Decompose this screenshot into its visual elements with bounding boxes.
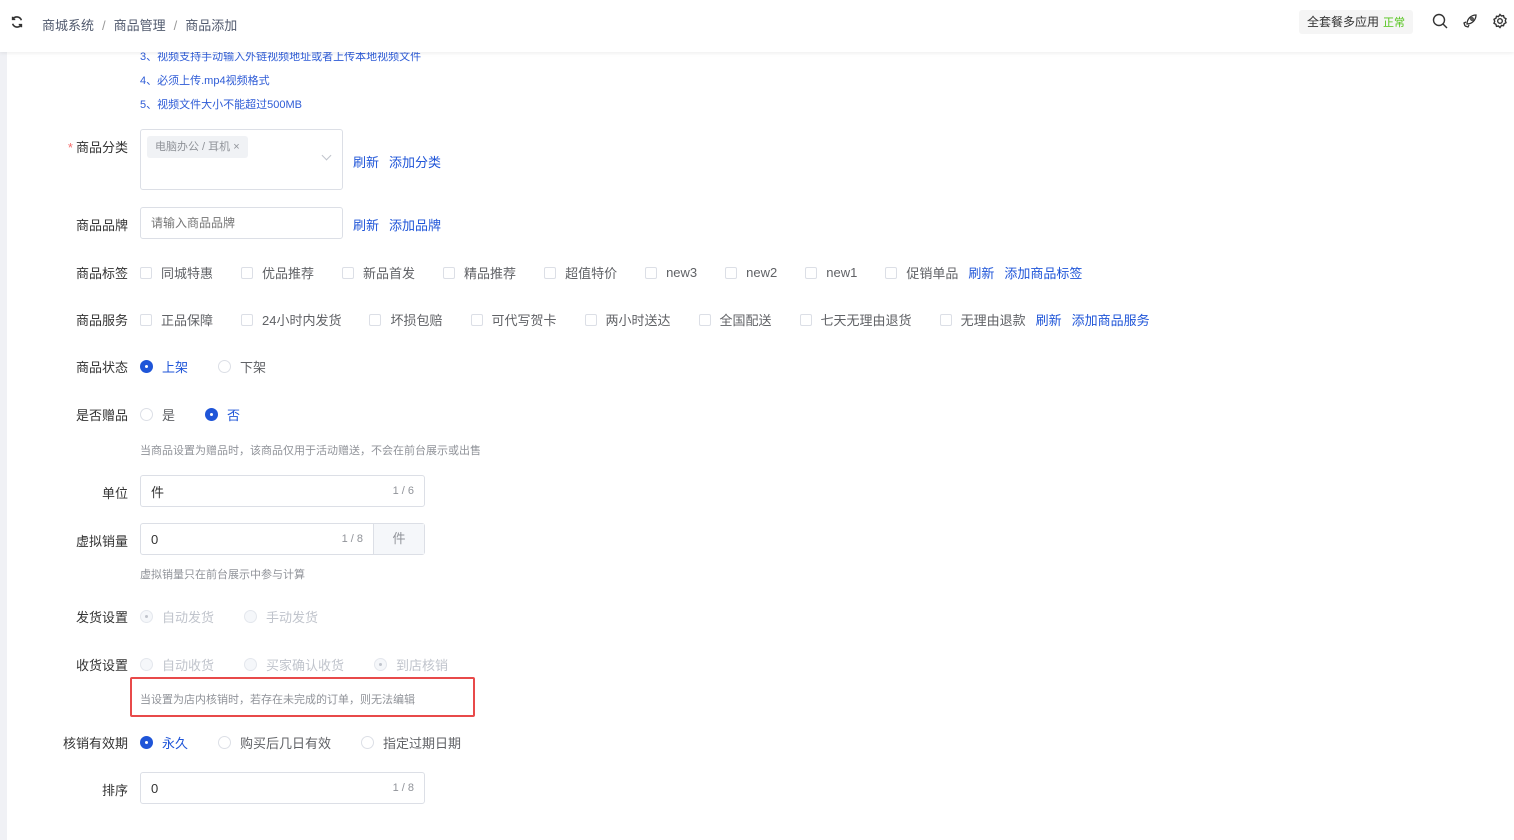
chevron-down-icon [321,150,332,161]
receipt-hint: 当设置为店内核销时，若存在未完成的订单，则无法编辑 [140,694,415,706]
tag-checkbox[interactable]: 超值特价 [544,263,617,282]
tags-label: 商品标签 [75,266,128,281]
gift-radio-yes[interactable]: 是 [140,405,175,424]
validity-label: 核销有效期 [62,736,128,751]
refresh-icon[interactable] [10,15,24,29]
receipt-radio-buyer[interactable]: 买家确认收货 [244,655,344,674]
plan-status: 正常 [1383,17,1406,29]
virtual-sales-input[interactable]: 0 1 / 8 件 [140,523,425,555]
tag-checkbox[interactable]: new1 [805,265,857,280]
virtual-sales-label: 虚拟销量 [75,534,128,549]
category-label: * 商品分类 [67,140,128,155]
add-service-link[interactable]: 添加商品服务 [1072,310,1150,329]
brand-refresh-link[interactable]: 刷新 [353,215,379,234]
breadcrumb-item[interactable]: 商品管理 [114,18,166,33]
top-header: 商城系统 / 商品管理 / 商品添加 全套餐多应用 正常 [0,0,1514,52]
services-group: 正品保障 24小时内发货 坏损包赔 可代写贺卡 两小时送达 全国配送 七天无理由… [140,310,1150,329]
service-checkbox[interactable]: 全国配送 [698,310,772,329]
search-icon[interactable] [1432,13,1448,29]
virtual-sales-value: 0 [151,531,159,547]
status-radio-off[interactable]: 下架 [218,357,266,376]
category-select[interactable]: 电脑办公 / 耳机 × [140,129,343,190]
breadcrumb-item[interactable]: 商城系统 [42,18,94,33]
service-checkbox[interactable]: 七天无理由退货 [799,310,912,329]
receipt-radio-auto[interactable]: 自动收货 [140,655,214,674]
delivery-radio-auto[interactable]: 自动发货 [140,607,214,626]
category-tag: 电脑办公 / 耳机 × [147,136,248,158]
sidebar-edge [0,52,7,840]
receipt-radio-store[interactable]: 到店核销 [374,655,448,674]
sort-value: 0 [151,780,159,796]
validity-radio-forever[interactable]: 永久 [140,733,188,752]
service-checkbox[interactable]: 两小时送达 [584,310,671,329]
tag-checkbox[interactable]: 促销单品 [885,263,958,282]
gift-radio-no[interactable]: 否 [205,405,240,424]
sort-label: 排序 [101,783,128,798]
tag-checkbox[interactable]: 新品首发 [342,263,415,282]
unit-value: 件 [151,484,165,500]
sort-input[interactable]: 0 1 / 8 [140,772,425,804]
breadcrumb-item: 商品添加 [185,18,238,33]
plan-name: 全套餐多应用 [1307,15,1380,29]
delivery-label: 发货设置 [75,610,128,625]
virtual-sales-count: 1 / 8 [341,533,363,545]
gear-icon[interactable] [1492,13,1508,29]
validity-radio-days[interactable]: 购买后几日有效 [218,733,331,752]
video-tip: 5、视频文件大小不能超过500MB [140,99,302,111]
virtual-sales-hint: 虚拟销量只在前台展示中参与计算 [140,569,305,581]
service-checkbox[interactable]: 正品保障 [140,310,213,329]
tag-checkbox[interactable]: 精品推荐 [443,263,516,282]
tag-checkbox[interactable]: new2 [725,265,777,280]
tag-checkbox[interactable]: new3 [645,265,697,280]
sort-count: 1 / 8 [392,782,414,794]
status-label: 商品状态 [75,360,128,375]
service-checkbox[interactable]: 可代写贺卡 [470,310,557,329]
status-radio-on[interactable]: 上架 [140,357,188,376]
tags-refresh-link[interactable]: 刷新 [968,263,994,282]
gift-hint: 当商品设置为赠品时，该商品仅用于活动赠送，不会在前台展示或出售 [140,445,481,457]
delivery-radio-manual[interactable]: 手动发货 [244,607,318,626]
service-checkbox[interactable]: 坏损包赔 [369,310,443,329]
add-brand-link[interactable]: 添加品牌 [389,215,441,234]
tag-checkbox[interactable]: 同城特惠 [140,263,213,282]
close-icon[interactable]: × [233,141,239,153]
breadcrumb: 商城系统 / 商品管理 / 商品添加 [42,18,238,33]
services-label: 商品服务 [75,313,128,328]
validity-radio-date[interactable]: 指定过期日期 [361,733,461,752]
service-checkbox[interactable]: 24小时内发货 [241,310,341,329]
receipt-label: 收货设置 [75,658,128,673]
add-tag-link[interactable]: 添加商品标签 [1004,263,1082,282]
add-category-link[interactable]: 添加分类 [389,152,441,171]
brand-input[interactable] [140,207,343,239]
plan-badge[interactable]: 全套餐多应用 正常 [1299,10,1414,34]
gift-label: 是否赠品 [75,408,128,423]
rocket-icon[interactable] [1462,13,1478,29]
services-refresh-link[interactable]: 刷新 [1036,310,1062,329]
tags-group: 同城特惠 优品推荐 新品首发 精品推荐 超值特价 new3 new2 new1 … [140,263,1082,282]
unit-label: 单位 [101,486,128,501]
service-checkbox[interactable]: 无理由退款 [939,310,1026,329]
virtual-sales-suffix: 件 [373,524,424,554]
video-tip: 4、必须上传.mp4视频格式 [140,75,270,87]
category-refresh-link[interactable]: 刷新 [353,152,379,171]
tag-checkbox[interactable]: 优品推荐 [241,263,314,282]
unit-count: 1 / 6 [392,485,414,497]
brand-label: 商品品牌 [75,218,128,233]
unit-input[interactable]: 件 1 / 6 [140,475,425,507]
